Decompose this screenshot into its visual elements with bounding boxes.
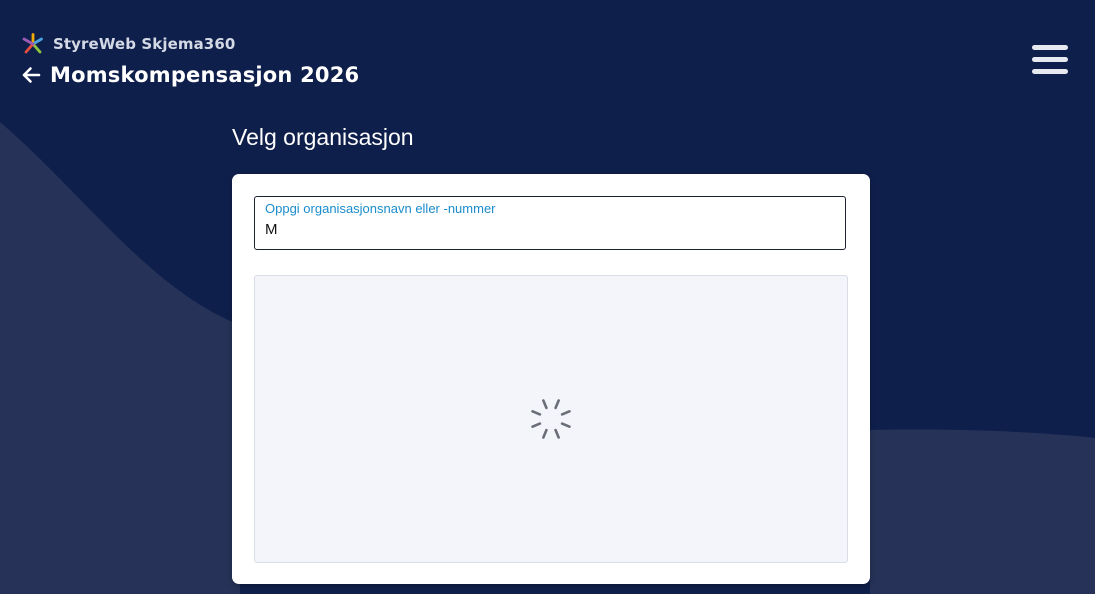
brand[interactable]: StyreWeb Skjema360 [22,33,235,55]
arrow-left-icon [22,67,41,83]
organization-search-label: Oppgi organisasjonsnavn eller -nummer [265,201,496,216]
skjema360-logo-icon [22,33,43,54]
back-button[interactable] [20,64,42,86]
organization-search-field[interactable]: Oppgi organisasjonsnavn eller -nummer [254,196,846,250]
brand-name: StyreWeb Skjema360 [53,35,236,53]
page-header: Momskompensasjon 2026 [20,63,359,87]
menu-bar [1032,45,1068,50]
organization-search-input[interactable] [265,221,825,238]
menu-bar [1032,57,1068,62]
hamburger-menu-icon[interactable] [1032,43,1068,77]
loading-spinner-icon [531,399,571,439]
section-heading: Velg organisasjon [232,124,414,150]
page-title: Momskompensasjon 2026 [50,63,360,87]
menu-bar [1032,69,1068,74]
search-results-panel [254,275,848,563]
organization-card: Oppgi organisasjonsnavn eller -nummer [232,174,870,584]
